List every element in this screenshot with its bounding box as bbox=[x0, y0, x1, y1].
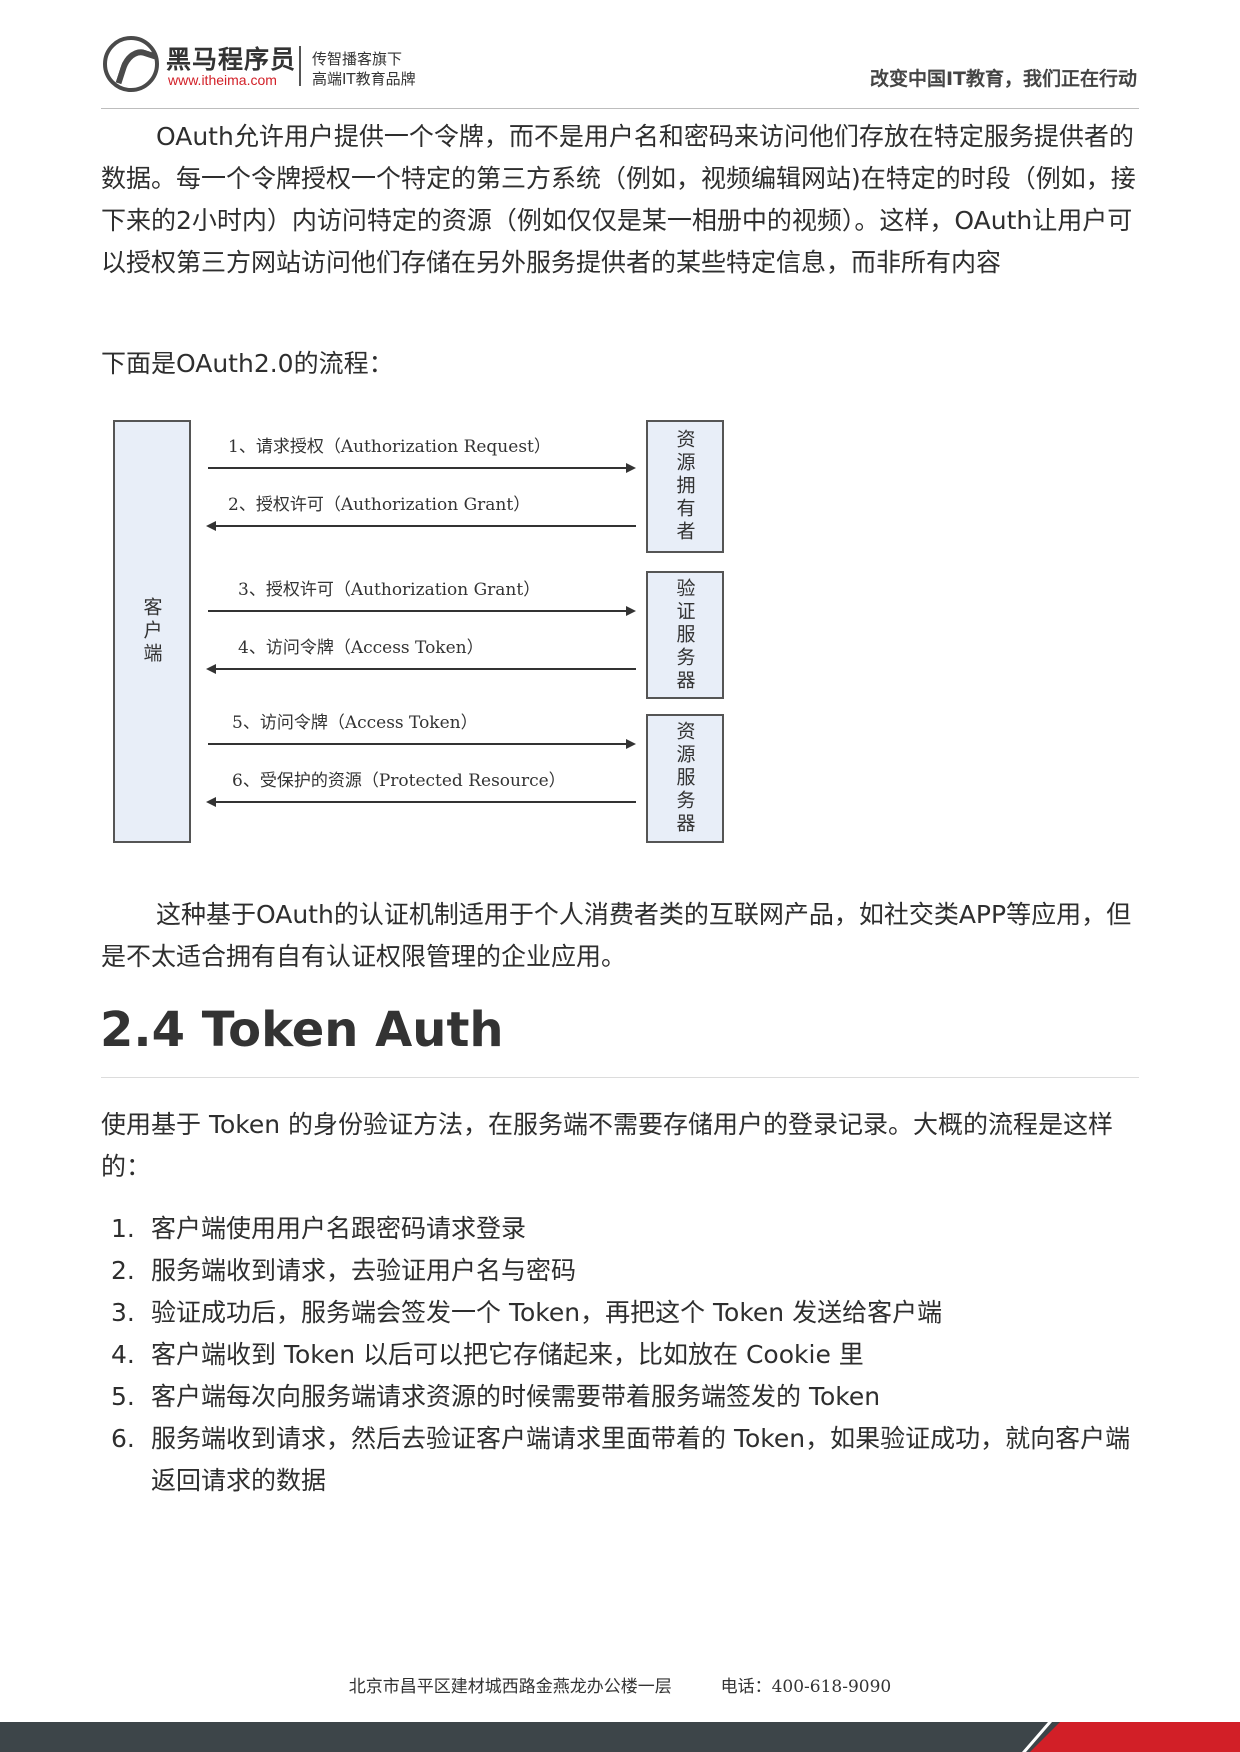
step-6-arrow bbox=[216, 801, 636, 803]
resource-server-label: 资源服务器 bbox=[673, 721, 696, 836]
list-item: 4. 客户端收到 Token 以后可以把它存储起来，比如放在 Cookie 里 bbox=[101, 1334, 1139, 1376]
oauth2-flow-diagram: 客户端 资源拥有者 验证服务器 资源服务器 1、请求授权（Authorizati… bbox=[100, 412, 740, 852]
flow-lead-text: 下面是OAuth2.0的流程： bbox=[101, 349, 394, 378]
auth-server-box: 验证服务器 bbox=[646, 571, 724, 699]
step-5-label: 5、访问令牌（Access Token） bbox=[232, 713, 478, 733]
section-heading: 2.4 Token Auth bbox=[100, 1002, 504, 1058]
list-item-number: 1. bbox=[111, 1214, 135, 1243]
step-1-label: 1、请求授权（Authorization Request） bbox=[228, 437, 551, 457]
resource-server-box: 资源服务器 bbox=[646, 714, 724, 843]
arrow-right-icon bbox=[626, 606, 636, 616]
list-item: 5. 客户端每次向服务端请求资源的时候需要带着服务端签发的 Token bbox=[101, 1376, 1139, 1418]
list-item-text: 客户端使用用户名跟密码请求登录 bbox=[151, 1214, 527, 1243]
step-4-label: 4、访问令牌（Access Token） bbox=[238, 638, 484, 658]
footer-phone: 电话：400-618-9090 bbox=[720, 1677, 892, 1697]
list-item-number: 4. bbox=[111, 1340, 135, 1369]
client-label: 客户端 bbox=[140, 597, 163, 666]
list-item-text: 客户端收到 Token 以后可以把它存储起来，比如放在 Cookie 里 bbox=[151, 1340, 864, 1369]
step-5-arrow bbox=[208, 743, 628, 745]
brand-divider bbox=[299, 46, 301, 86]
list-item-number: 3. bbox=[111, 1298, 135, 1327]
arrow-right-icon bbox=[626, 739, 636, 749]
list-item-text: 验证成功后，服务端会签发一个 Token，再把这个 Token 发送给客户端 bbox=[151, 1298, 943, 1327]
step-4-arrow bbox=[216, 668, 636, 670]
list-item-text: 服务端收到请求，去验证用户名与密码 bbox=[151, 1256, 577, 1285]
list-item-number: 6. bbox=[111, 1424, 135, 1453]
brand-url: www.itheima.com bbox=[168, 72, 277, 88]
brand-name: 黑马程序员 bbox=[166, 45, 297, 74]
step-1-arrow bbox=[208, 467, 628, 469]
token-flow-list: 1. 客户端使用用户名跟密码请求登录 2. 服务端收到请求，去验证用户名与密码 … bbox=[101, 1208, 1139, 1502]
token-auth-intro: 使用基于 Token 的身份验证方法，在服务端不需要存储用户的登录记录。大概的流… bbox=[101, 1110, 1114, 1181]
resource-owner-label: 资源拥有者 bbox=[673, 429, 696, 544]
auth-server-label: 验证服务器 bbox=[673, 577, 696, 693]
step-3-label: 3、授权许可（Authorization Grant） bbox=[238, 580, 541, 600]
arrow-left-icon bbox=[206, 521, 216, 531]
brand-tagline-2: 高端IT教育品牌 bbox=[312, 70, 416, 88]
client-box: 客户端 bbox=[113, 420, 191, 843]
step-6-label: 6、受保护的资源（Protected Resource） bbox=[232, 771, 566, 791]
list-item-text: 客户端每次向服务端请求资源的时候需要带着服务端签发的 Token bbox=[151, 1382, 881, 1411]
list-item-number: 5. bbox=[111, 1382, 135, 1411]
arrow-right-icon bbox=[626, 463, 636, 473]
brand-tagline-1: 传智播客旗下 bbox=[312, 50, 403, 68]
footer-address: 北京市昌平区建材城西路金燕龙办公楼一层 bbox=[348, 1677, 672, 1697]
section-heading-rule bbox=[101, 1077, 1139, 1078]
step-3-arrow bbox=[208, 610, 628, 612]
arrow-left-icon bbox=[206, 797, 216, 807]
step-2-label: 2、授权许可（Authorization Grant） bbox=[228, 495, 531, 515]
list-item-text: 服务端收到请求，然后去验证客户端请求里面带着的 Token，如果验证成功，就向客… bbox=[151, 1424, 1131, 1495]
arrow-left-icon bbox=[206, 664, 216, 674]
list-item: 1. 客户端使用用户名跟密码请求登录 bbox=[101, 1208, 1139, 1250]
list-item: 3. 验证成功后，服务端会签发一个 Token，再把这个 Token 发送给客户… bbox=[101, 1292, 1139, 1334]
footer-accent bbox=[1030, 1722, 1240, 1752]
horse-logo-icon bbox=[103, 36, 159, 92]
resource-owner-box: 资源拥有者 bbox=[646, 420, 724, 553]
oauth-applicability-text: 这种基于OAuth的认证机制适用于个人消费者类的互联网产品，如社交类APP等应用… bbox=[101, 900, 1132, 971]
list-item: 2. 服务端收到请求，去验证用户名与密码 bbox=[101, 1250, 1139, 1292]
brand-logo: 黑马程序员 www.itheima.com 传智播客旗下 高端IT教育品牌 bbox=[103, 36, 433, 94]
list-item-number: 2. bbox=[111, 1256, 135, 1285]
list-item: 6. 服务端收到请求，然后去验证客户端请求里面带着的 Token，如果验证成功，… bbox=[101, 1418, 1139, 1502]
footer-contact: 北京市昌平区建材城西路金燕龙办公楼一层 电话：400-618-9090 bbox=[0, 1672, 1240, 1697]
oauth-description: OAuth允许用户提供一个令牌，而不是用户名和密码来访问他们存放在特定服务提供者… bbox=[101, 122, 1136, 277]
header-divider bbox=[101, 108, 1139, 109]
step-2-arrow bbox=[216, 525, 636, 527]
header-slogan: 改变中国IT教育，我们正在行动 bbox=[869, 68, 1137, 90]
